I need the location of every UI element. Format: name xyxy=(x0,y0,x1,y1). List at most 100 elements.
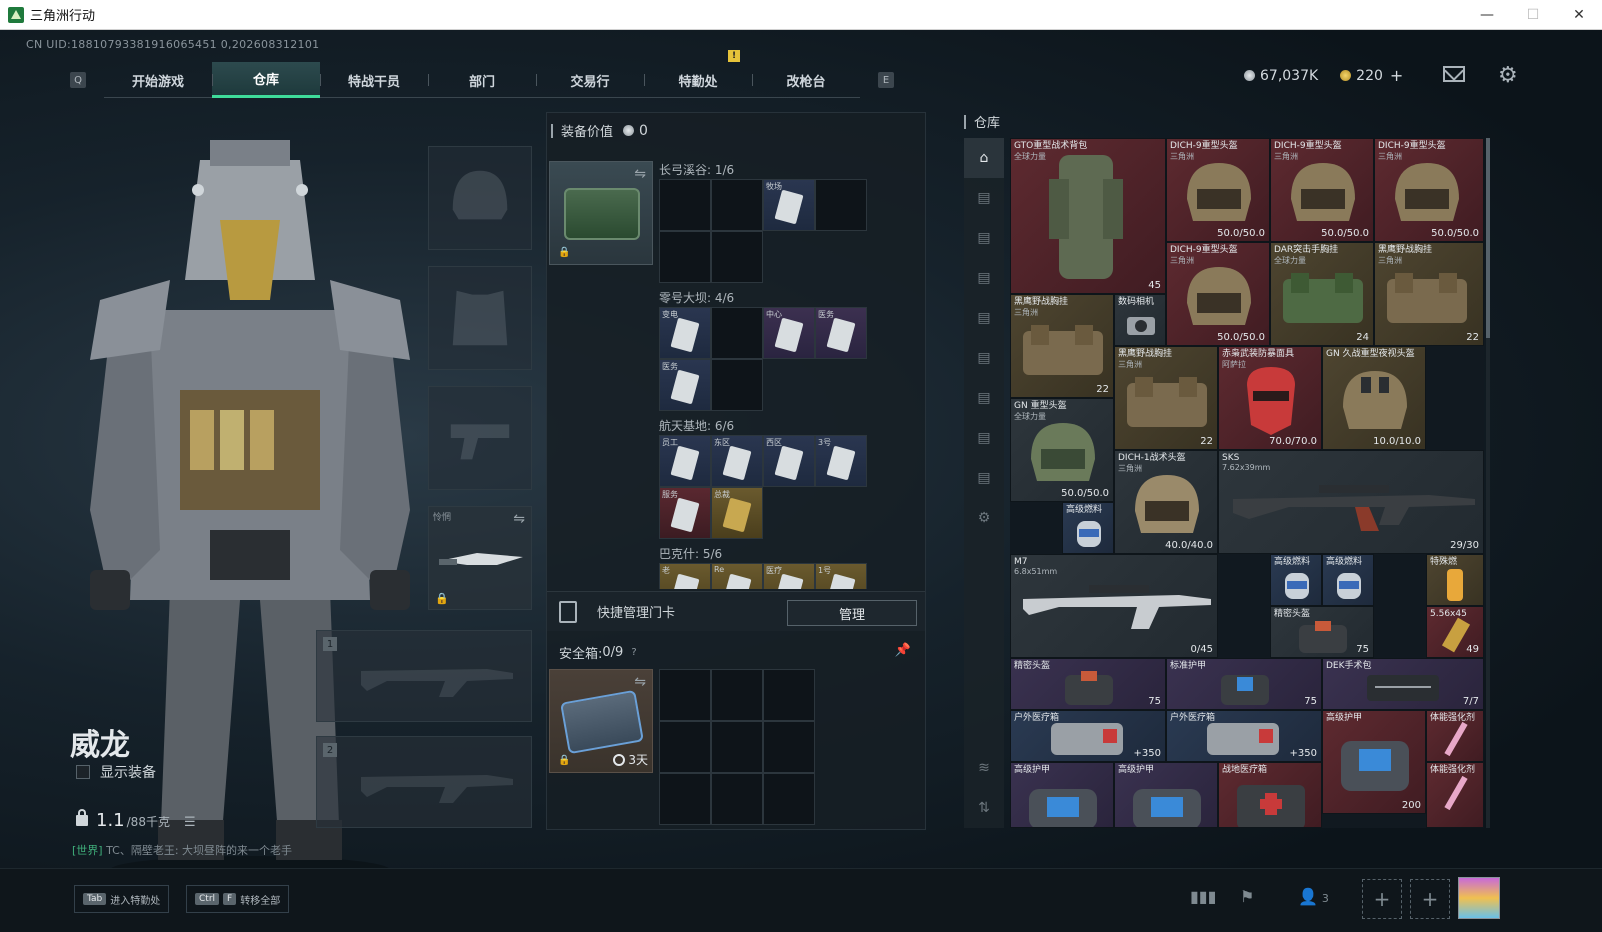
tab-operators[interactable]: 特战干员 xyxy=(320,62,428,98)
safe-slot[interactable] xyxy=(711,721,763,773)
keycard-slot[interactable]: 老 xyxy=(659,563,711,589)
warehouse-item[interactable]: 赤枭武装防暴面具 阿萨拉 70.0/70.0 xyxy=(1218,346,1322,450)
warehouse-item[interactable]: DICH-9重型头盔 三角洲 50.0/50.0 xyxy=(1166,242,1270,346)
safe-slot[interactable] xyxy=(711,669,763,721)
tab-warehouse[interactable]: 仓库 xyxy=(212,62,320,98)
warehouse-item[interactable]: DICH-1战术头盔 三角洲 40.0/40.0 xyxy=(1114,450,1218,554)
pin-icon[interactable]: 📌 xyxy=(895,643,911,658)
keycard-slot[interactable]: 医务 xyxy=(815,307,867,359)
show-gear-checkbox[interactable] xyxy=(76,765,90,779)
keycard-slot[interactable]: 中心 xyxy=(763,307,815,359)
keycard-slot[interactable] xyxy=(711,179,763,231)
tab-trading[interactable]: 交易行 xyxy=(536,62,644,98)
warehouse-item[interactable]: 高级燃料 xyxy=(1062,502,1114,554)
warehouse-item[interactable]: 精密头盔 75 xyxy=(1270,606,1374,658)
helmet-slot[interactable] xyxy=(428,146,532,250)
keycard-slot[interactable] xyxy=(659,179,711,231)
keycard-slot[interactable]: 西区 xyxy=(763,435,815,487)
armor-slot[interactable] xyxy=(428,266,532,370)
keycard-slot[interactable]: 服务 xyxy=(659,487,711,539)
show-gear-toggle[interactable]: 显示装备 xyxy=(76,762,156,782)
warehouse-tab-icon[interactable]: ▤ xyxy=(964,218,1004,258)
keycard-slot[interactable]: Re xyxy=(711,563,763,589)
warehouse-item[interactable]: DAR突击手胸挂 全球力量 24 xyxy=(1270,242,1374,346)
tab-start-game[interactable]: 开始游戏 xyxy=(104,62,212,98)
warehouse-item[interactable]: 户外医疗箱 +350 xyxy=(1166,710,1322,762)
warehouse-settings-icon[interactable]: ⚙ xyxy=(964,498,1004,538)
pistol-slot[interactable] xyxy=(428,386,532,490)
safe-slot[interactable] xyxy=(711,773,763,825)
keycard-slot[interactable]: 总裁 xyxy=(711,487,763,539)
minimize-button[interactable]: — xyxy=(1464,0,1510,30)
transfer-all-hint[interactable]: Ctrl F 转移全部 xyxy=(186,885,290,913)
warehouse-tab-icon[interactable]: ▤ xyxy=(964,298,1004,338)
warehouse-item[interactable]: 精密头盔 75 xyxy=(1010,658,1166,710)
warehouse-item[interactable]: GN 久战重型夜视头盔 10.0/10.0 xyxy=(1322,346,1426,450)
layers-icon[interactable]: ≋ xyxy=(964,748,1004,788)
scrollbar-thumb[interactable] xyxy=(1486,138,1490,338)
warehouse-tab-icon[interactable]: ▤ xyxy=(964,418,1004,458)
warehouse-item[interactable]: 特殊燃 xyxy=(1426,554,1484,606)
enter-special-ops-hint[interactable]: Tab 进入特勤处 xyxy=(74,885,170,913)
manage-button[interactable]: 管理 xyxy=(787,600,917,626)
safe-slot[interactable] xyxy=(659,721,711,773)
world-chat-line[interactable]: [世界] TC、隔壁老王: 大坝昼阵的来一个老手 xyxy=(72,842,292,858)
warehouse-item[interactable]: DEK手术包 7/7 xyxy=(1322,658,1484,710)
swap-icon[interactable]: ⇋ xyxy=(634,674,646,690)
keycard-slot[interactable]: 员工 xyxy=(659,435,711,487)
safe-slot[interactable] xyxy=(763,773,815,825)
warehouse-item[interactable]: 高级护甲 xyxy=(1010,762,1114,828)
tab-department[interactable]: 部门 xyxy=(428,62,536,98)
keycard-slot[interactable]: 东区 xyxy=(711,435,763,487)
close-button[interactable]: ✕ xyxy=(1556,0,1602,30)
melee-slot[interactable]: 怜惘 ⇋ 🔒 xyxy=(428,506,532,610)
keycard-slot[interactable] xyxy=(711,307,763,359)
warehouse-item[interactable]: 高级护甲 xyxy=(1114,762,1218,828)
warehouse-item[interactable]: 体能强化剂 xyxy=(1426,710,1484,762)
warehouse-item[interactable]: GN 重型头盔 全球力量 50.0/50.0 xyxy=(1010,398,1114,502)
nav-next-key[interactable]: E xyxy=(878,72,894,88)
warehouse-item[interactable]: DICH-9重型头盔 三角洲 50.0/50.0 xyxy=(1166,138,1270,242)
stats-chart-icon[interactable]: ▮▮▮ xyxy=(1190,887,1216,906)
warehouse-item[interactable]: 黑鹰野战胸挂 三角洲 22 xyxy=(1114,346,1218,450)
warehouse-item[interactable]: M7 6.8x51mm 0/45 xyxy=(1010,554,1218,658)
help-icon[interactable]: ? xyxy=(631,647,636,658)
warehouse-item[interactable]: 高级燃料 xyxy=(1270,554,1322,606)
add-teammate-button[interactable]: + xyxy=(1410,879,1450,919)
warehouse-tab-icon[interactable]: ▤ xyxy=(964,178,1004,218)
mail-icon[interactable] xyxy=(1443,66,1465,82)
keycard-slot[interactable] xyxy=(711,359,763,411)
warehouse-item[interactable]: 标准护甲 75 xyxy=(1166,658,1322,710)
warehouse-scrollbar[interactable] xyxy=(1486,138,1490,828)
player-avatar[interactable] xyxy=(1458,877,1500,919)
warehouse-item[interactable]: 战地医疗箱 xyxy=(1218,762,1322,828)
warehouse-item[interactable]: 黑鹰野战胸挂 三角洲 22 xyxy=(1010,294,1114,398)
sort-icon[interactable]: ⇅ xyxy=(964,788,1004,828)
keycard-slot[interactable] xyxy=(659,231,711,283)
settings-gear-icon[interactable]: ⚙ xyxy=(1498,63,1518,88)
keycard-slot[interactable]: 医务 xyxy=(659,359,711,411)
safe-slot[interactable] xyxy=(763,669,815,721)
warehouse-item[interactable]: 体能强化剂 xyxy=(1426,762,1484,828)
warehouse-item[interactable]: 黑鹰野战胸挂 三角洲 22 xyxy=(1374,242,1484,346)
warehouse-tab-icon[interactable]: ▤ xyxy=(964,338,1004,378)
keycard-slot[interactable]: 3号 xyxy=(815,435,867,487)
warehouse-tab-icon[interactable]: ▤ xyxy=(964,378,1004,418)
keycard-case[interactable]: ⇋ 🔒 xyxy=(549,161,653,265)
primary-weapon-slot-2[interactable]: 2 xyxy=(316,736,532,828)
safe-slot[interactable] xyxy=(659,669,711,721)
nav-prev-key[interactable]: Q xyxy=(70,72,86,88)
warehouse-item[interactable]: 高级燃料 xyxy=(1322,554,1374,606)
keycard-slot[interactable]: 牧场 xyxy=(763,179,815,231)
warehouse-item[interactable]: 户外医疗箱 +350 xyxy=(1010,710,1166,762)
safe-slot[interactable] xyxy=(763,721,815,773)
keycard-slot[interactable]: 变电 xyxy=(659,307,711,359)
warehouse-item[interactable]: 高级护甲 200 xyxy=(1322,710,1426,814)
warehouse-item[interactable]: GTO重型战术背包 全球力量 45 xyxy=(1010,138,1166,294)
swap-icon[interactable]: ⇋ xyxy=(513,511,525,527)
warehouse-item[interactable]: SKS 7.62x39mm 29/30 xyxy=(1218,450,1484,554)
safe-box-item[interactable]: ⇋ 🔒 3天 xyxy=(549,669,653,773)
warehouse-item[interactable]: DICH-9重型头盔 三角洲 50.0/50.0 xyxy=(1270,138,1374,242)
keycard-slot[interactable]: 1号 xyxy=(815,563,867,589)
warehouse-item[interactable]: DICH-9重型头盔 三角洲 50.0/50.0 xyxy=(1374,138,1484,242)
